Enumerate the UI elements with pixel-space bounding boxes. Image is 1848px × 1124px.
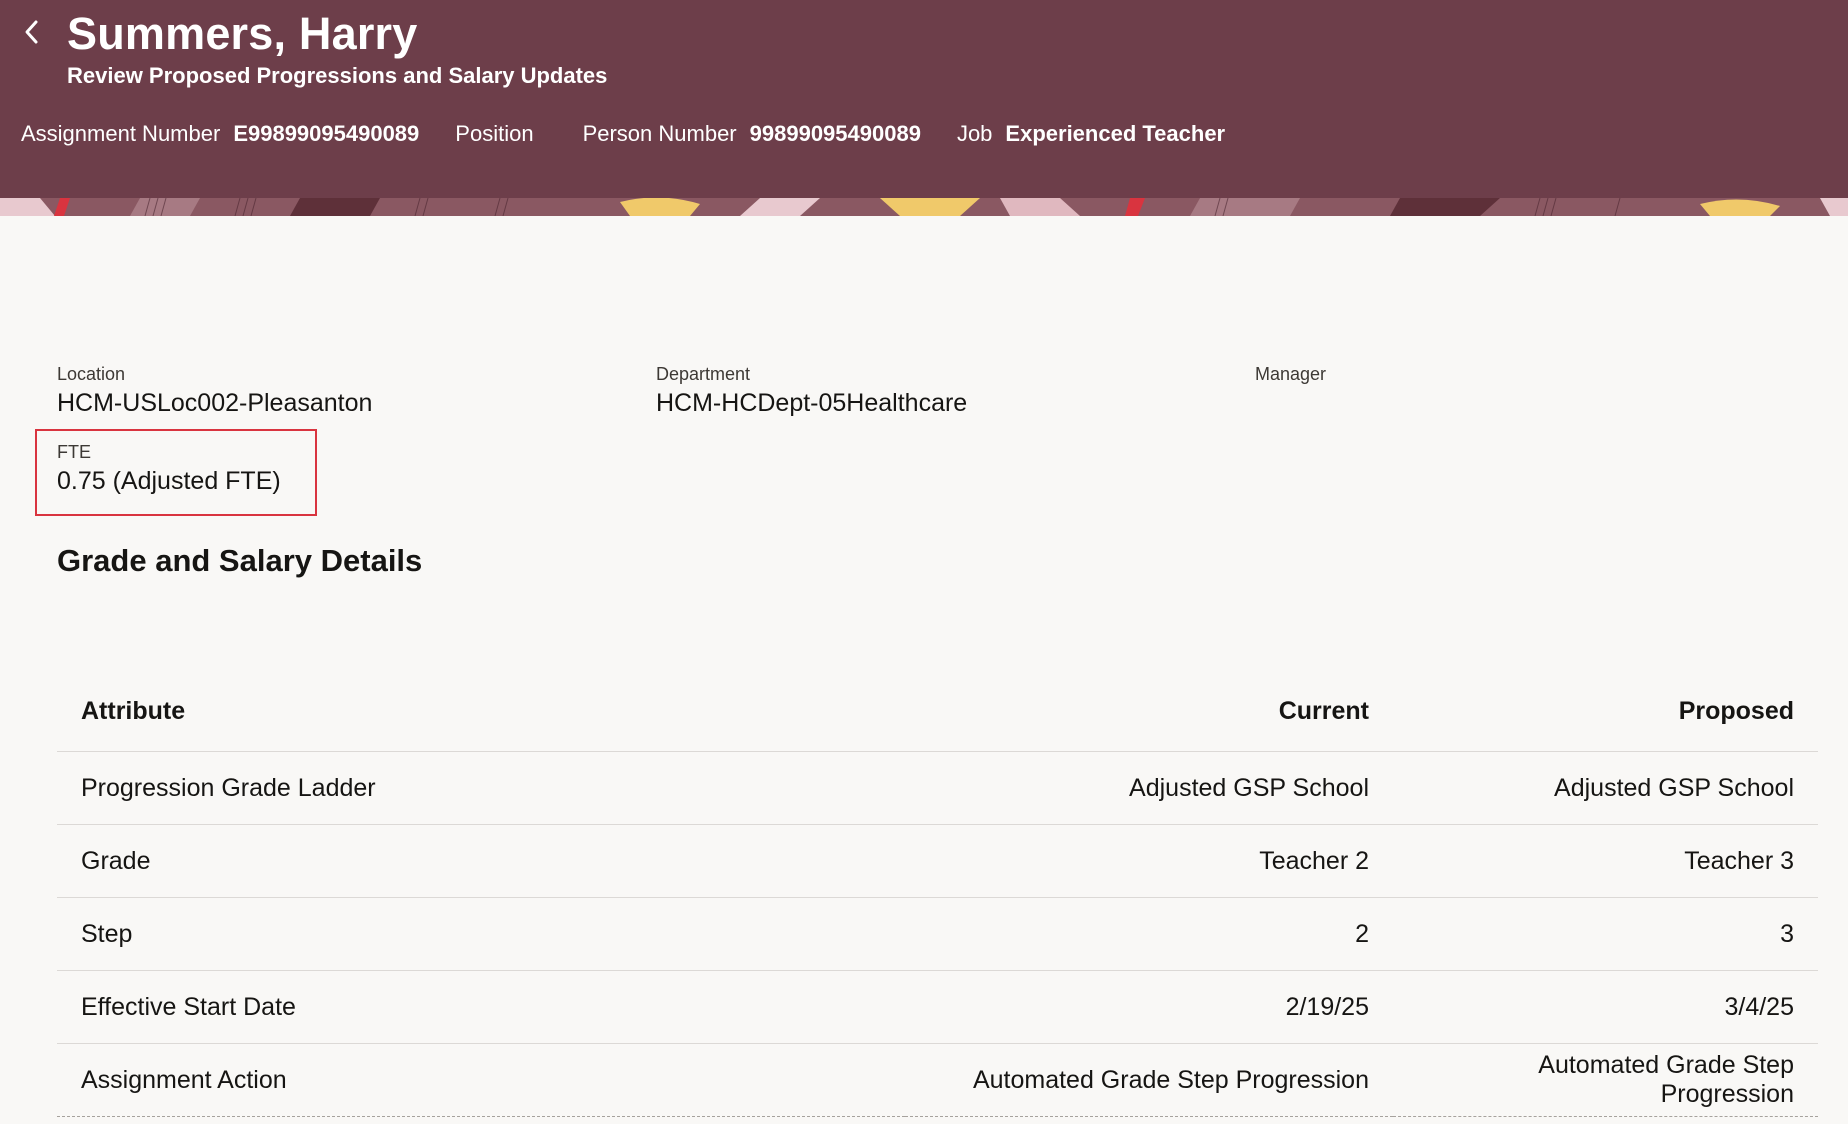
assignment-meta: Assignment Number E99899095490089 Positi… [21,121,1261,147]
chevron-left-icon [25,20,38,44]
table-row[interactable]: Progression Grade Ladder Adjusted GSP Sc… [57,751,1818,825]
fte-label: FTE [57,442,91,462]
department-field: Department HCM-HCDept-05Healthcare [656,364,967,418]
table-header-row: Attribute Current Proposed [57,671,1818,752]
page-subtitle: Review Proposed Progressions and Salary … [67,63,608,88]
meta-label: Position [455,121,534,146]
back-button[interactable] [14,14,50,50]
grade-salary-table: Attribute Current Proposed Progression G… [57,671,1818,1117]
proposed-cell: Adjusted GSP School [1393,751,1818,825]
fte-field: FTE 0.75 (Adjusted FTE) [57,442,281,496]
banner-pattern [0,198,1848,216]
attribute-cell: Grade [57,824,905,898]
meta-assignment-number: Assignment Number E99899095490089 [21,121,419,147]
section-title: Grade and Salary Details [57,543,423,578]
table-row[interactable]: Step 2 3 [57,897,1818,971]
proposed-cell: 3 [1393,897,1818,971]
attribute-cell: Effective Start Date [57,970,905,1044]
attribute-cell: Step [57,897,905,971]
meta-job: Job Experienced Teacher [957,121,1225,147]
meta-position: Position [455,121,546,147]
current-cell: Automated Grade Step Progression [905,1043,1393,1117]
location-value: HCM-USLoc002-Pleasanton [57,389,373,417]
proposed-cell: Teacher 3 [1393,824,1818,898]
current-cell: 2 [905,897,1393,971]
manager-field: Manager [1255,364,1326,389]
current-cell: Teacher 2 [905,824,1393,898]
fte-value: 0.75 (Adjusted FTE) [57,467,281,495]
decorative-banner [0,198,1848,216]
column-header-current[interactable]: Current [905,671,1393,752]
meta-label: Person Number [582,121,737,146]
current-cell: 2/19/25 [905,970,1393,1044]
meta-value: E99899095490089 [233,121,420,146]
page-header: Summers, Harry Review Proposed Progressi… [0,0,1848,198]
department-value: HCM-HCDept-05Healthcare [656,389,968,417]
table-row[interactable]: Assignment Action Automated Grade Step P… [57,1043,1818,1117]
location-label: Location [57,364,126,384]
page-title: Summers, Harry [67,8,418,59]
manager-label: Manager [1255,364,1327,384]
table-row[interactable]: Effective Start Date 2/19/25 3/4/25 [57,970,1818,1044]
attribute-cell: Progression Grade Ladder [57,751,905,825]
proposed-cell: 3/4/25 [1393,970,1818,1044]
attribute-cell: Assignment Action [57,1043,905,1117]
department-label: Department [656,364,751,384]
meta-label: Job [956,121,993,146]
location-field: Location HCM-USLoc002-Pleasanton [57,364,372,418]
proposed-cell: Automated Grade Step Progression [1393,1043,1818,1117]
meta-label: Assignment Number [21,121,221,146]
meta-value: 99899095490089 [749,121,921,146]
table-row[interactable]: Grade Teacher 2 Teacher 3 [57,824,1818,898]
meta-value: Experienced Teacher [1005,121,1226,146]
column-header-attribute[interactable]: Attribute [57,671,905,752]
meta-person-number: Person Number 99899095490089 [583,121,921,147]
column-header-proposed[interactable]: Proposed [1393,671,1818,752]
current-cell: Adjusted GSP School [905,751,1393,825]
